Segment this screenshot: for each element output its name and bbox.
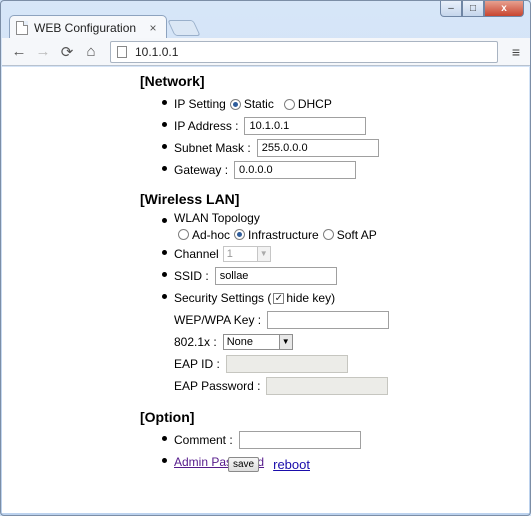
- wlan-topology-row: WLAN Topology Ad-hoc Infrastructure Soft…: [162, 211, 520, 243]
- url-text[interactable]: 10.1.0.1: [135, 45, 178, 59]
- adhoc-radio[interactable]: [178, 229, 189, 240]
- comment-label: Comment :: [174, 433, 233, 447]
- hide-key-label: hide key): [286, 291, 336, 305]
- reload-icon[interactable]: ⟳: [56, 43, 78, 61]
- infrastructure-radio[interactable]: [234, 229, 246, 240]
- ssid-label: SSID :: [174, 269, 209, 283]
- maximize-button[interactable]: □: [462, 1, 484, 17]
- dot1x-label: 802.1x :: [174, 335, 217, 349]
- admin-password-row: Admin Password: [162, 451, 520, 473]
- option-list: Comment : Admin Password: [140, 429, 520, 473]
- subnet-mask-label: Subnet Mask :: [174, 141, 251, 155]
- save-button[interactable]: save: [228, 457, 260, 472]
- ssid-row: SSID :: [162, 265, 520, 287]
- close-button[interactable]: x: [484, 1, 524, 17]
- new-tab-button[interactable]: [167, 20, 201, 36]
- minimize-button[interactable]: –: [440, 1, 462, 17]
- channel-label: Channel: [174, 247, 219, 261]
- browser-window: WEB Configuration × – □ x ← → ⟳ ⌂ 10.1.0…: [0, 0, 531, 516]
- home-icon[interactable]: ⌂: [80, 43, 102, 60]
- hide-key-checkbox[interactable]: ✓: [273, 292, 285, 304]
- channel-value: 1: [226, 248, 233, 260]
- softap-radio[interactable]: [322, 229, 334, 240]
- menu-icon[interactable]: ≡: [512, 44, 520, 60]
- infrastructure-label: Infrastructure: [248, 227, 319, 242]
- ip-setting-row: IP Setting Static DHCP: [162, 93, 520, 115]
- adhoc-label: Ad-hoc: [192, 227, 231, 242]
- chevron-down-icon: ▼: [278, 335, 292, 349]
- subnet-mask-input[interactable]: [256, 139, 379, 157]
- network-heading: [Network]: [140, 73, 205, 89]
- forward-arrow-icon[interactable]: →: [32, 43, 54, 60]
- subnet-mask-row: Subnet Mask :: [162, 137, 520, 159]
- comment-row: Comment :: [162, 429, 520, 451]
- dot1x-value: None: [226, 336, 253, 348]
- wlan-topology-label: WLAN Topology: [174, 211, 260, 225]
- softap-label: Soft AP: [336, 227, 377, 242]
- wep-key-row: WEP/WPA Key :: [174, 309, 520, 331]
- ip-address-label: IP Address :: [174, 119, 239, 133]
- security-settings-row: Security Settings ( ✓ hide key): [162, 287, 520, 309]
- dot1x-row: 802.1x : None ▼: [174, 331, 520, 353]
- gateway-label: Gateway :: [174, 163, 229, 177]
- wireless-heading: [Wireless LAN]: [140, 191, 240, 207]
- page-content: [Network] IP Setting Static DHCP IP Addr…: [2, 67, 529, 513]
- ip-address-input[interactable]: [244, 117, 367, 135]
- tab-title: WEB Configuration: [34, 20, 137, 35]
- eap-id-input[interactable]: [225, 355, 348, 373]
- ssid-input[interactable]: [214, 267, 337, 285]
- wep-key-input[interactable]: [267, 311, 390, 329]
- comment-input[interactable]: [238, 431, 361, 449]
- ip-setting-label: IP Setting: [174, 97, 226, 111]
- security-settings-label: Security Settings (: [174, 291, 272, 305]
- action-bar: save reboot: [228, 457, 310, 472]
- address-bar[interactable]: 10.1.0.1: [110, 40, 498, 63]
- eap-password-row: EAP Password :: [174, 375, 520, 397]
- static-radio[interactable]: [229, 98, 241, 110]
- tab-close-icon[interactable]: ×: [146, 21, 160, 35]
- gateway-row: Gateway :: [162, 159, 520, 181]
- chevron-down-icon: ▼: [256, 247, 270, 261]
- dhcp-radio[interactable]: [283, 98, 295, 110]
- dhcp-label: DHCP: [297, 97, 332, 111]
- wep-key-label: WEP/WPA Key :: [174, 313, 262, 327]
- window-controls: – □ x: [440, 1, 524, 17]
- eap-id-row: EAP ID :: [174, 353, 520, 375]
- wireless-list: WLAN Topology Ad-hoc Infrastructure Soft…: [140, 211, 520, 397]
- page-icon: [117, 45, 127, 58]
- gateway-input[interactable]: [234, 161, 357, 179]
- reboot-link[interactable]: reboot: [273, 457, 310, 472]
- page-icon: [16, 20, 28, 35]
- browser-tab[interactable]: WEB Configuration ×: [9, 15, 167, 39]
- eap-password-label: EAP Password :: [174, 379, 261, 393]
- dot1x-select[interactable]: None ▼: [222, 334, 293, 350]
- channel-select[interactable]: 1 ▼: [222, 246, 271, 262]
- back-arrow-icon[interactable]: ←: [8, 43, 30, 60]
- eap-password-input[interactable]: [266, 377, 389, 395]
- option-heading: [Option]: [140, 409, 195, 425]
- browser-toolbar: ← → ⟳ ⌂ 10.1.0.1 ≡: [2, 38, 530, 66]
- eap-id-label: EAP ID :: [174, 357, 220, 371]
- static-label: Static: [243, 97, 274, 111]
- channel-row: Channel 1 ▼: [162, 243, 520, 265]
- ip-address-row: IP Address :: [162, 115, 520, 137]
- network-list: IP Setting Static DHCP IP Address : Subn…: [140, 93, 520, 181]
